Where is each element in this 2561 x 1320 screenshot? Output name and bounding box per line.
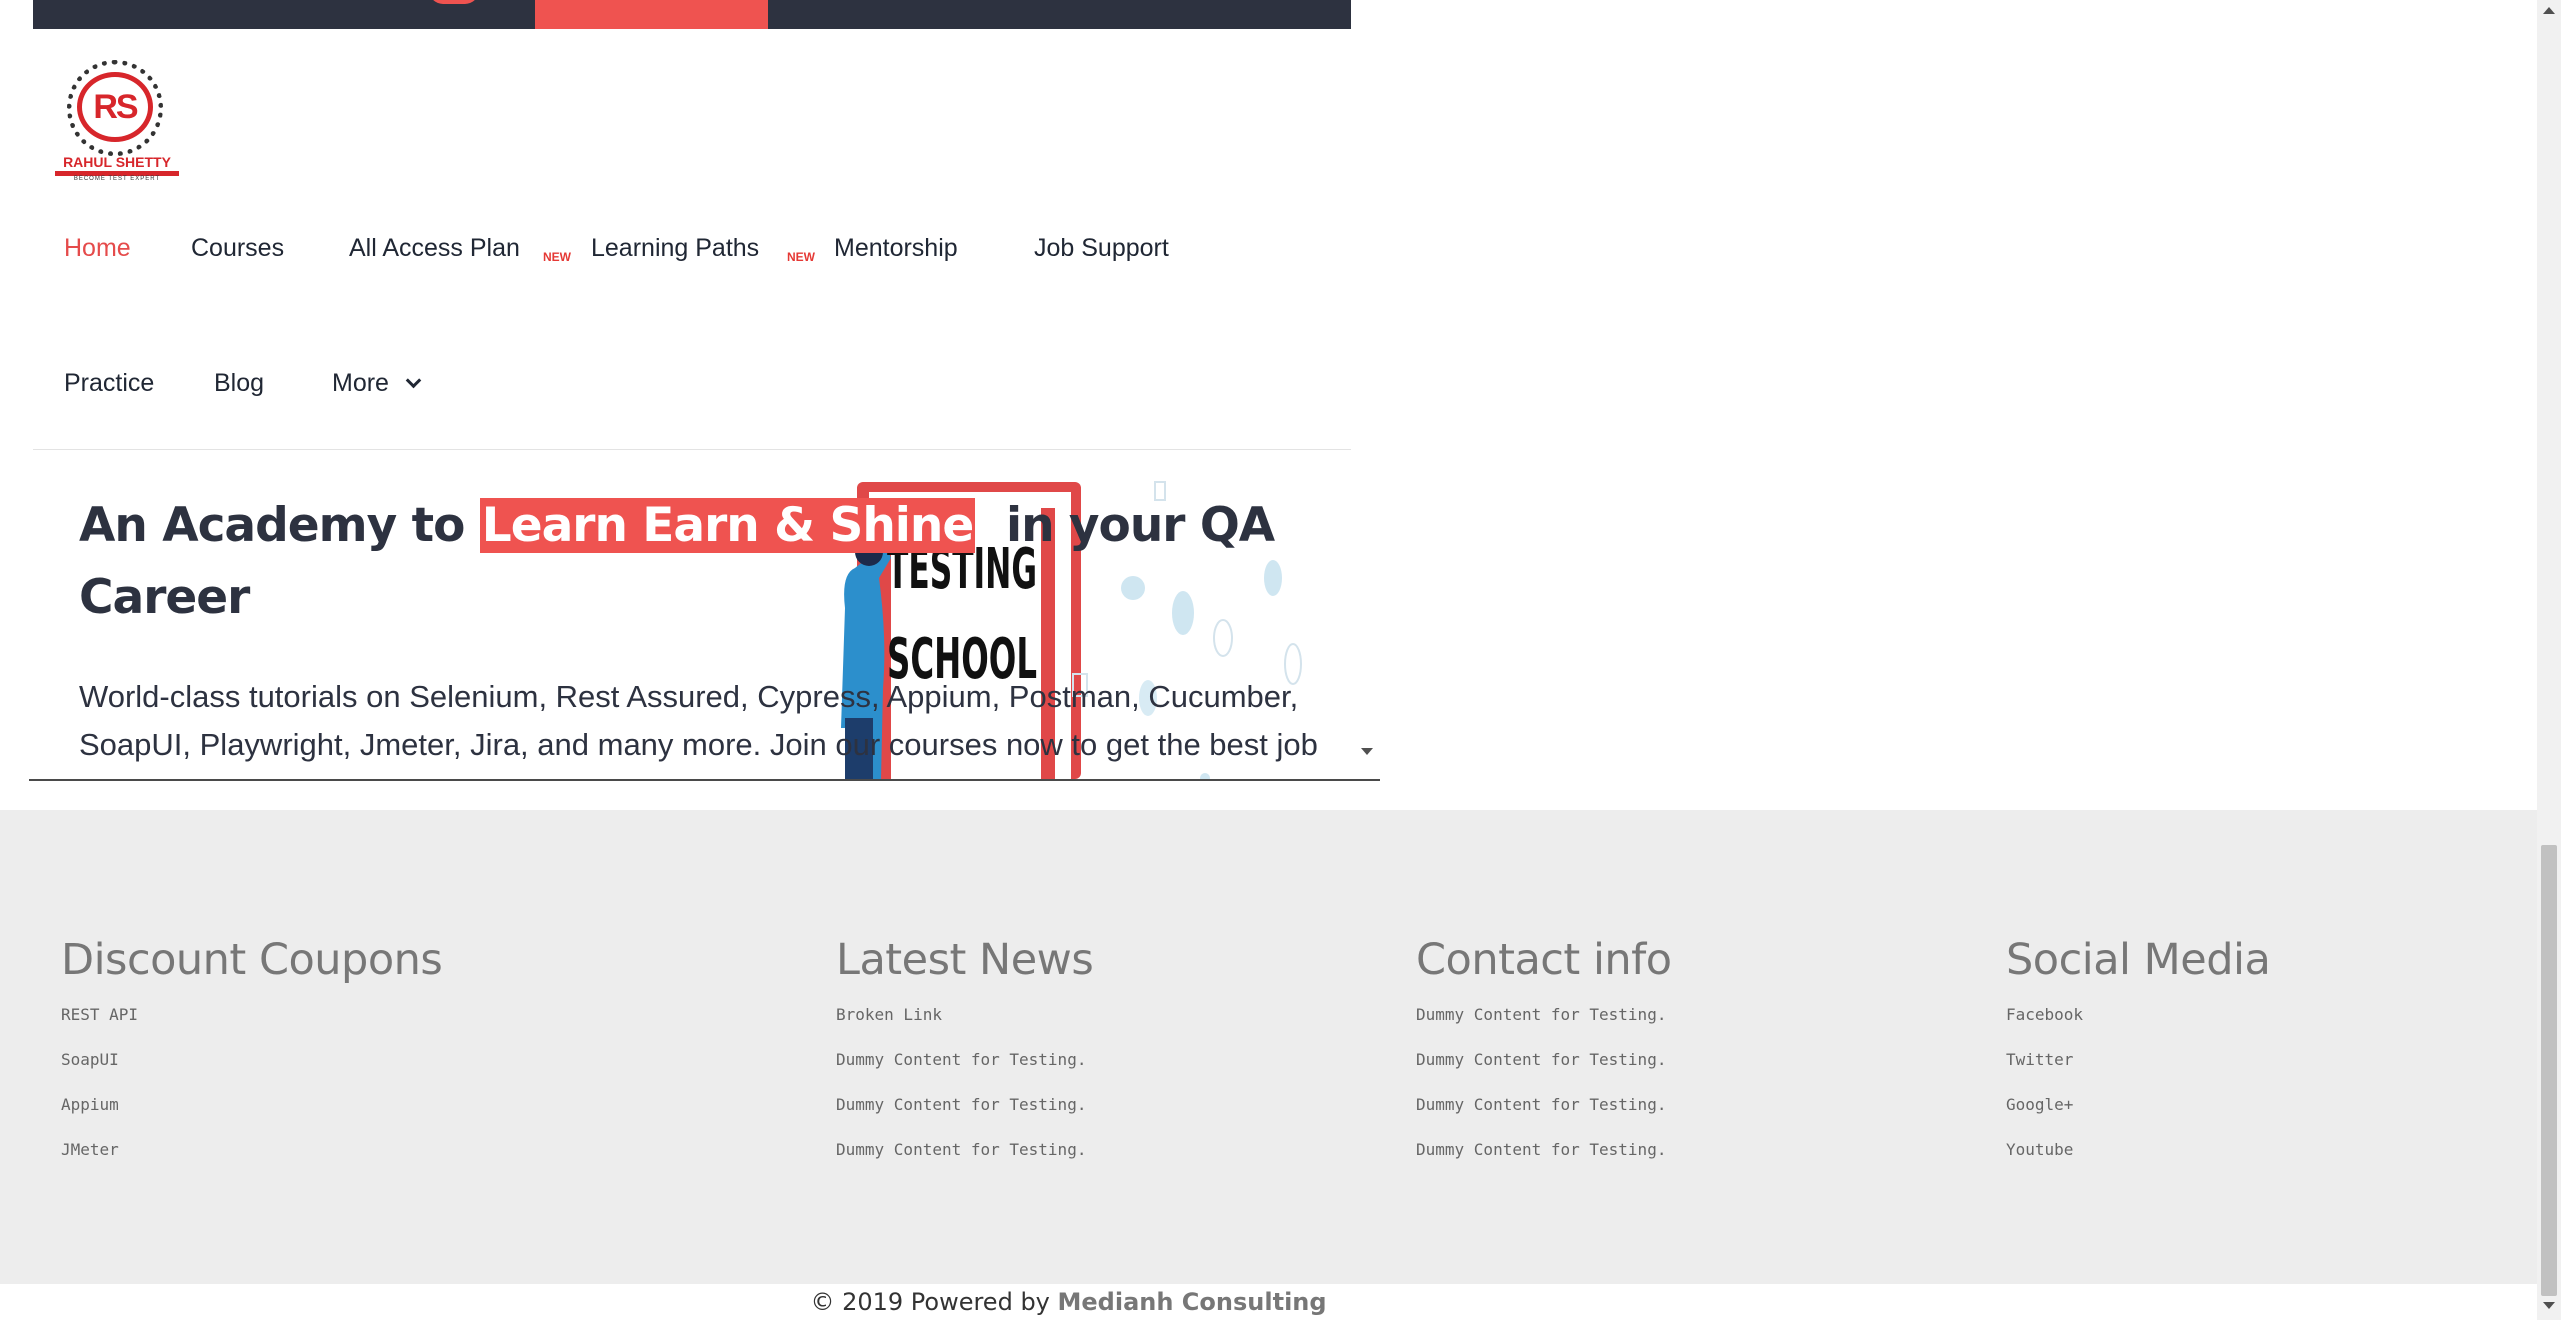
top-bar-accent: [535, 0, 768, 29]
footer-link[interactable]: SoapUI: [61, 1050, 442, 1095]
nav-all-access-plan[interactable]: All Access Plan: [349, 234, 520, 263]
scroll-up-arrow-icon[interactable]: [2543, 7, 2555, 14]
nav-job-support[interactable]: Job Support: [1034, 234, 1169, 263]
footer: Discount Coupons REST API SoapUI Appium …: [0, 810, 2537, 1284]
site-logo[interactable]: RS RAHUL SHETTY BECOME TEST EXPERT: [55, 58, 179, 182]
footer-link[interactable]: Dummy Content for Testing.: [836, 1140, 1093, 1185]
page-scrollbar[interactable]: [2537, 0, 2561, 1320]
frame-scrollbar[interactable]: [1351, 0, 1380, 779]
footer-link-facebook[interactable]: Facebook: [2006, 1005, 2270, 1050]
footer-column-title: Contact info: [1416, 935, 1672, 985]
embedded-page: RS RAHUL SHETTY BECOME TEST EXPERT Home …: [33, 0, 1351, 779]
hero-headline: An Academy to Learn Earn & Shine in your…: [79, 490, 1279, 634]
logo-name: RAHUL SHETTY: [63, 154, 171, 170]
new-badge: NEW: [543, 250, 571, 264]
new-badge: NEW: [787, 250, 815, 264]
scrollbar-thumb[interactable]: [2541, 845, 2557, 1296]
copyright-bar: © 2019 Powered by Medianh Consulting: [0, 1284, 2537, 1320]
footer-column-title: Discount Coupons: [61, 935, 443, 985]
nav-more[interactable]: More: [332, 369, 389, 398]
footer-link[interactable]: REST API: [61, 1005, 442, 1050]
footer-link[interactable]: Dummy Content for Testing.: [1416, 1050, 1672, 1095]
footer-link[interactable]: Dummy Content for Testing.: [836, 1050, 1093, 1095]
nav-divider: [33, 449, 1351, 450]
footer-column-title: Social Media: [2006, 935, 2271, 985]
logo-tagline: BECOME TEST EXPERT: [73, 176, 161, 182]
footer-column-discount-coupons: Discount Coupons REST API SoapUI Appium …: [61, 935, 443, 1185]
nav-mentorship[interactable]: Mentorship: [834, 234, 958, 263]
nav-home[interactable]: Home: [64, 234, 131, 263]
copyright-link[interactable]: Medianh Consulting: [1058, 1288, 1327, 1316]
headline-text: An Academy to: [79, 498, 480, 553]
top-bar: [33, 0, 1351, 29]
nav-practice[interactable]: Practice: [64, 369, 154, 398]
nav-blog[interactable]: Blog: [214, 369, 264, 398]
footer-link[interactable]: Broken Link: [836, 1005, 1093, 1050]
footer-column-title: Latest News: [836, 935, 1094, 985]
footer-link[interactable]: Dummy Content for Testing.: [1416, 1095, 1672, 1140]
nav-courses[interactable]: Courses: [191, 234, 284, 263]
footer-column-latest-news: Latest News Broken Link Dummy Content fo…: [836, 935, 1094, 1185]
footer-column-social-media: Social Media Facebook Twitter Google+ Yo…: [2006, 935, 2271, 1185]
footer-link[interactable]: Dummy Content for Testing.: [1416, 1140, 1672, 1185]
footer-link[interactable]: Dummy Content for Testing.: [1416, 1005, 1672, 1050]
chevron-down-icon[interactable]: [405, 372, 422, 389]
embedded-page-frame[interactable]: RS RAHUL SHETTY BECOME TEST EXPERT Home …: [29, 0, 1380, 781]
footer-column-contact-info: Contact info Dummy Content for Testing. …: [1416, 935, 1672, 1185]
headline-highlight: Learn Earn & Shine: [479, 498, 976, 553]
footer-link[interactable]: Appium: [61, 1095, 442, 1140]
footer-link[interactable]: JMeter: [61, 1140, 442, 1185]
scroll-down-arrow-icon[interactable]: [2543, 1302, 2555, 1309]
hero-description: World-class tutorials on Selenium, Rest …: [79, 679, 1318, 762]
footer-link-google-plus[interactable]: Google+: [2006, 1095, 2270, 1140]
footer-link-youtube[interactable]: Youtube: [2006, 1140, 2270, 1185]
scroll-down-arrow-icon[interactable]: [1361, 748, 1373, 755]
logo-mark: RS: [93, 88, 138, 126]
copyright-text: © 2019 Powered by: [810, 1288, 1058, 1316]
footer-link[interactable]: Dummy Content for Testing.: [836, 1095, 1093, 1140]
footer-link-twitter[interactable]: Twitter: [2006, 1050, 2270, 1095]
top-bar-decoration: [429, 0, 479, 4]
nav-learning-paths[interactable]: Learning Paths: [591, 234, 759, 263]
